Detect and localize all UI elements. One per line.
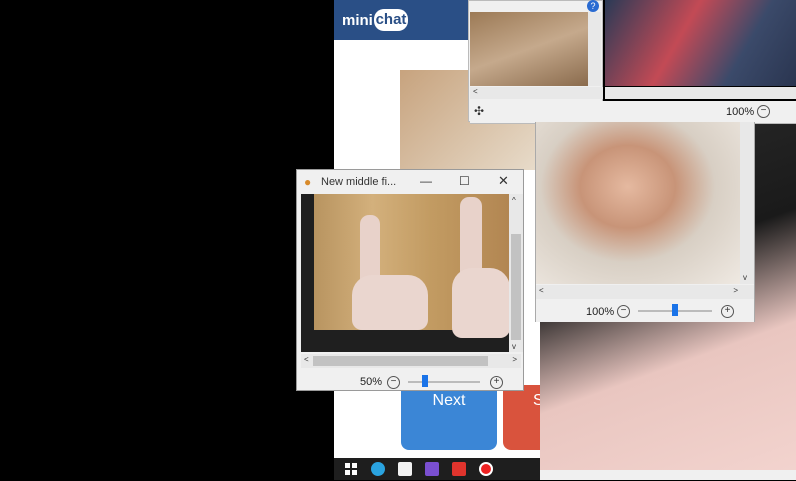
front-viewer-zoom-track[interactable] bbox=[408, 381, 480, 383]
far-horizontal-scrollbar[interactable] bbox=[605, 87, 796, 99]
help-icon[interactable]: ? bbox=[587, 0, 599, 12]
middle-viewer-video bbox=[536, 122, 740, 284]
top-viewer-zoom-out-icon[interactable]: − bbox=[757, 105, 770, 118]
bottom-scrollbar[interactable] bbox=[540, 470, 796, 480]
scroll-right-icon[interactable]: > bbox=[512, 355, 517, 364]
maximize-button[interactable]: ☐ bbox=[459, 174, 470, 188]
front-viewer-zoom-label: 50% bbox=[360, 376, 383, 388]
middle-viewer-vertical-scrollbar[interactable]: v bbox=[740, 122, 754, 284]
middle-viewer-zoom-slider[interactable] bbox=[672, 304, 678, 316]
record-icon[interactable] bbox=[479, 462, 493, 476]
scroll-right-icon[interactable]: > bbox=[733, 286, 738, 295]
telegram-icon[interactable] bbox=[371, 462, 385, 476]
top-viewer-zoom-label: 100% bbox=[726, 106, 755, 118]
film-icon[interactable] bbox=[425, 462, 439, 476]
close-button[interactable]: ✕ bbox=[498, 173, 509, 189]
middle-viewer-zoom-label: 100% bbox=[586, 306, 615, 318]
minichat-logo-mini: mini bbox=[342, 12, 373, 29]
minichat-logo-chat: chat bbox=[374, 9, 408, 31]
pan-icon[interactable]: ✣ bbox=[474, 104, 484, 118]
vivaldi-icon[interactable] bbox=[452, 462, 466, 476]
taskbar bbox=[334, 458, 540, 480]
hand-image bbox=[352, 275, 428, 330]
front-viewer-zoom-slider[interactable] bbox=[422, 375, 428, 387]
front-viewer-horizontal-scroll-thumb[interactable] bbox=[313, 356, 488, 366]
store-icon[interactable] bbox=[398, 462, 412, 476]
hand-image bbox=[452, 268, 510, 338]
windows-start-icon[interactable] bbox=[344, 462, 358, 476]
scroll-up-icon[interactable]: ^ bbox=[512, 196, 516, 205]
scroll-down-icon[interactable]: v bbox=[512, 342, 516, 351]
middle-viewer-horizontal-scrollbar[interactable]: < > bbox=[536, 285, 754, 299]
stop-button[interactable]: S bbox=[503, 385, 540, 450]
app-icon: ● bbox=[304, 175, 312, 189]
minimize-button[interactable]: — bbox=[420, 174, 432, 188]
top-viewer-video bbox=[470, 12, 588, 86]
front-viewer-zoom-in-icon[interactable]: + bbox=[490, 376, 503, 389]
scroll-down-icon[interactable]: v bbox=[743, 273, 747, 282]
front-viewer-vertical-scroll-thumb[interactable] bbox=[511, 234, 521, 340]
next-button[interactable]: Next bbox=[401, 385, 497, 450]
far-camera-feed bbox=[605, 0, 796, 86]
top-viewer-horizontal-scrollbar[interactable]: < bbox=[470, 87, 603, 99]
front-viewer-zoom-out-icon[interactable]: − bbox=[387, 376, 400, 389]
middle-viewer-zoom-out-icon[interactable]: − bbox=[617, 305, 630, 318]
scroll-left-icon[interactable]: < bbox=[304, 355, 309, 364]
middle-viewer-zoom-in-icon[interactable]: + bbox=[721, 305, 734, 318]
scroll-left-icon[interactable]: < bbox=[473, 87, 478, 96]
top-viewer-vertical-scrollbar[interactable] bbox=[588, 12, 601, 86]
scroll-left-icon[interactable]: < bbox=[539, 286, 544, 295]
window-title: New middle fi... bbox=[321, 176, 397, 188]
